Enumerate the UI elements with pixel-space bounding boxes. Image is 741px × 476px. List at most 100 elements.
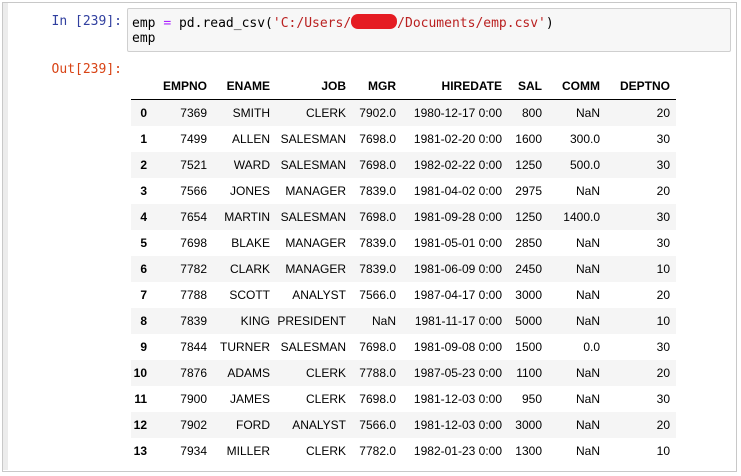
table-cell: 7566 xyxy=(180,184,207,198)
table-cell: 10 xyxy=(656,314,670,328)
table-cell: 7698.0 xyxy=(359,158,396,172)
table-cell: ANALYST xyxy=(292,418,346,432)
table-cell: 1100 xyxy=(516,366,542,380)
table-row: 10 7876 ADAMS CLERK 7788.0 1987-05-23 0:00 110… xyxy=(131,360,676,386)
cell-selection-bar xyxy=(3,3,8,470)
row-index: 1 xyxy=(140,132,147,146)
code-editor[interactable]: emp = pd.read_csv('C:/Users/ /Documents/e… xyxy=(127,8,731,52)
row-index: 2 xyxy=(140,158,147,172)
table-cell: 1982-01-23 0:00 xyxy=(413,444,502,458)
column-header: COMM xyxy=(548,73,606,100)
table-row: 12 7902 FORD ANALYST 7566.0 1981-12-03 0:00 30… xyxy=(131,412,676,438)
table-cell: 1400.0 xyxy=(563,210,600,224)
table-cell: 5000 xyxy=(515,314,542,328)
table-row: 8 7839 KING PRESIDENT NaN 1981-11-17 0:00 5000… xyxy=(131,308,676,334)
table-cell: CLERK xyxy=(305,106,346,120)
table-cell: 7788 xyxy=(180,288,207,302)
table-cell: MILLER xyxy=(226,444,270,458)
table-cell: 7788.0 xyxy=(359,366,396,380)
code-line-2: emp xyxy=(132,31,156,46)
table-cell: 10 xyxy=(656,262,670,276)
table-cell: 1500 xyxy=(515,340,542,354)
table-cell: 7839 xyxy=(180,314,207,328)
table-cell: NaN xyxy=(575,288,600,302)
table-cell: MANAGER xyxy=(285,262,346,276)
table-row: 5 7698 BLAKE MANAGER 7839.0 1981-05-01 0:00 28… xyxy=(131,230,676,256)
table-cell: 1981-04-02 0:00 xyxy=(413,184,502,198)
table-cell: 1980-12-17 0:00 xyxy=(413,106,502,120)
table-cell: 500.0 xyxy=(569,158,600,172)
table-cell: WARD xyxy=(233,158,270,172)
table-cell: 7698.0 xyxy=(359,340,396,354)
column-header: SAL xyxy=(508,73,548,100)
table-cell: 2975 xyxy=(515,184,542,198)
table-cell: 1987-05-23 0:00 xyxy=(413,366,502,380)
table-cell: KING xyxy=(240,314,270,328)
table-cell: 10 xyxy=(656,444,670,458)
table-cell: SALESMAN xyxy=(280,340,346,354)
code-variable: emp xyxy=(132,16,156,31)
table-cell: PRESIDENT xyxy=(277,314,346,328)
table-cell: 1987-04-17 0:00 xyxy=(413,288,502,302)
table-row: 2 7521 WARD SALESMAN 7698.0 1982-02-22 0:00 12… xyxy=(131,152,676,178)
column-header: MGR xyxy=(352,73,402,100)
table-cell: 7566.0 xyxy=(359,288,396,302)
table-cell: 1981-12-03 0:00 xyxy=(413,418,502,432)
table-cell: 7698.0 xyxy=(359,392,396,406)
column-header: DEPTNO xyxy=(606,73,676,100)
table-cell: MARTIN xyxy=(224,210,270,224)
table-cell: 7934 xyxy=(180,444,207,458)
table-cell: 1250 xyxy=(515,158,542,172)
table-cell: 20 xyxy=(656,106,670,120)
table-cell: 30 xyxy=(656,392,670,406)
row-index: 3 xyxy=(140,184,147,198)
table-cell: 7902.0 xyxy=(359,106,396,120)
row-index: 9 xyxy=(140,340,147,354)
table-cell: MANAGER xyxy=(285,184,346,198)
table-cell: 20 xyxy=(656,418,670,432)
row-index: 10 xyxy=(133,366,147,380)
table-cell: 7654 xyxy=(180,210,207,224)
input-prompt: In [239]: xyxy=(51,14,122,29)
table-cell: 1250 xyxy=(515,210,542,224)
table-cell: ADAMS xyxy=(227,366,270,380)
table-cell: ANALYST xyxy=(292,288,346,302)
table-cell: 7839.0 xyxy=(359,184,396,198)
table-cell: CLARK xyxy=(229,262,270,276)
table-cell: SCOTT xyxy=(229,288,270,302)
table-cell: NaN xyxy=(575,106,600,120)
index-header xyxy=(131,73,159,100)
table-cell: 20 xyxy=(656,184,670,198)
table-cell: MANAGER xyxy=(285,236,346,250)
table-cell: SMITH xyxy=(232,106,270,120)
table-cell: 7566.0 xyxy=(359,418,396,432)
table-row: 7 7788 SCOTT ANALYST 7566.0 1987-04-17 0:00 30… xyxy=(131,282,676,308)
table-cell: 30 xyxy=(656,340,670,354)
table-cell: JONES xyxy=(229,184,270,198)
table-cell: 30 xyxy=(656,158,670,172)
table-cell: CLERK xyxy=(305,392,346,406)
column-header: ENAME xyxy=(213,73,276,100)
table-row: 1 7499 ALLEN SALESMAN 7698.0 1981-02-20 0:00 1… xyxy=(131,126,676,152)
table-row: 13 7934 MILLER CLERK 7782.0 1982-01-23 0:00 13… xyxy=(131,438,676,464)
table-cell: 1600 xyxy=(515,132,542,146)
table-cell: NaN xyxy=(575,314,600,328)
table-row: 11 7900 JAMES CLERK 7698.0 1981-12-03 0:00 950… xyxy=(131,386,676,412)
table-cell: 1981-09-28 0:00 xyxy=(413,210,502,224)
table-cell: 1982-02-22 0:00 xyxy=(413,158,502,172)
table-cell: 7900 xyxy=(180,392,207,406)
table-cell: TURNER xyxy=(220,340,270,354)
code-operator: = xyxy=(163,16,172,31)
table-cell: 0.0 xyxy=(583,340,600,354)
table-cell: ALLEN xyxy=(231,132,270,146)
table-cell: SALESMAN xyxy=(280,132,346,146)
table-cell: NaN xyxy=(371,314,396,328)
row-index: 0 xyxy=(140,106,147,120)
row-index: 13 xyxy=(133,444,147,458)
row-index: 7 xyxy=(140,288,147,302)
table-cell: 1981-06-09 0:00 xyxy=(413,262,502,276)
code-string-end: /Documents/emp.csv' xyxy=(397,16,546,31)
row-index: 6 xyxy=(140,262,147,276)
table-cell: 1981-11-17 0:00 xyxy=(414,314,502,328)
output-prompt: Out[239]: xyxy=(51,62,122,77)
